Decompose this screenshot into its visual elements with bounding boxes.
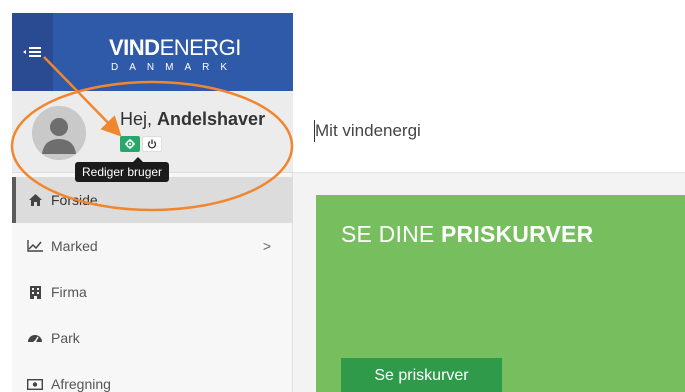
topbar: Mit vindenergi	[293, 91, 685, 173]
user-profile: Hej, Andelshaver Rediger bruger	[12, 91, 293, 182]
sidebar-item-park[interactable]: Park	[12, 315, 293, 361]
brand-logo-area[interactable]: VINDENERGI DANMARK	[53, 13, 293, 91]
profile-actions	[120, 136, 162, 152]
dashboard-icon	[26, 331, 44, 345]
sidebar-item-label: Forside	[51, 192, 98, 208]
page: VINDENERGI DANMARK Hej, Andelshaver Redi…	[0, 0, 685, 392]
avatar	[32, 106, 86, 160]
power-icon	[147, 139, 157, 149]
user-name: Andelshaver	[157, 109, 266, 129]
edit-user-tooltip: Rediger bruger	[75, 157, 170, 182]
brand-logo: VINDENERGI	[109, 35, 241, 60]
hamburger-icon	[22, 46, 43, 58]
user-greeting: Hej, Andelshaver	[120, 109, 266, 129]
money-icon	[26, 377, 44, 391]
building-icon	[26, 285, 44, 299]
home-icon	[26, 193, 44, 207]
gear-icon	[125, 139, 135, 149]
sidebar-item-label: Afregning	[51, 376, 111, 392]
card-title: SE DINE PRISKURVER	[341, 221, 594, 247]
chevron-right-icon: >	[262, 238, 271, 254]
edit-user-button[interactable]	[120, 136, 140, 152]
sidebar-item-afregning[interactable]: Afregning	[12, 361, 293, 392]
sidebar-item-label: Park	[51, 330, 80, 346]
price-curves-card: SE DINE PRISKURVER Se priskurver	[316, 195, 685, 392]
sidebar-nav: Forside Marked > Firma Park Afregning	[12, 177, 293, 392]
sidebar-item-marked[interactable]: Marked >	[12, 223, 293, 269]
sidebar-item-label: Firma	[51, 284, 87, 300]
page-title: Mit vindenergi	[315, 121, 421, 140]
line-chart-icon	[26, 239, 44, 253]
sidebar: Hej, Andelshaver Rediger bruger Forside …	[12, 91, 293, 392]
sidebar-item-firma[interactable]: Firma	[12, 269, 293, 315]
logout-button[interactable]	[142, 136, 162, 152]
sidebar-item-label: Marked	[51, 238, 98, 254]
menu-toggle-button[interactable]	[12, 13, 53, 91]
brand-subtitle: DANMARK	[111, 62, 239, 73]
sidebar-item-forside[interactable]: Forside	[12, 177, 293, 223]
main-content: SE DINE PRISKURVER Se priskurver	[293, 173, 685, 392]
see-price-curves-button[interactable]: Se priskurver	[341, 358, 502, 392]
